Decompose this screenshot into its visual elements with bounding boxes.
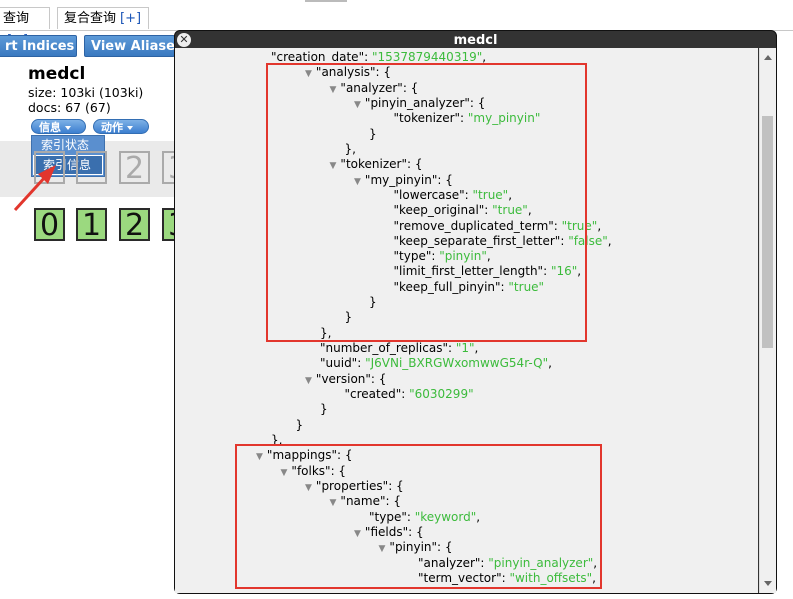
- view-aliases-button[interactable]: View Aliases: [84, 35, 197, 57]
- json-key: "number_of_replicas":: [320, 341, 456, 356]
- index-info-modal: ✕ medcl "creation_date": "1537879440319"…: [174, 30, 777, 594]
- tab-bar: 查询[+] 复合查询[+]: [0, 0, 793, 48]
- shard-label: 2: [124, 208, 145, 243]
- json-line: }: [320, 402, 328, 417]
- collapse-toggle-icon[interactable]: ▼: [305, 376, 312, 386]
- shard-label: 2: [124, 151, 145, 186]
- scrollbar-thumb[interactable]: [762, 116, 773, 348]
- json-value: "1": [455, 341, 475, 356]
- scroll-down-icon[interactable]: [764, 581, 772, 586]
- json-punctuation: ,: [607, 233, 612, 248]
- divider: [305, 0, 347, 2]
- highlight-box-mappings: [235, 444, 602, 589]
- shard-label: 1: [81, 208, 102, 243]
- shard-box[interactable]: [76, 151, 107, 184]
- shard-box[interactable]: 1: [76, 208, 107, 241]
- json-value: "J6VNi_BXRGWxomwwG54r-Q": [365, 356, 549, 371]
- json-punctuation: ,: [597, 218, 602, 233]
- json-key: "creation_date":: [271, 50, 372, 64]
- json-punctuation: ,: [474, 341, 479, 356]
- json-key: "version": {: [315, 371, 387, 386]
- shard-box[interactable]: 2: [119, 151, 150, 184]
- action-button[interactable]: 动作: [93, 119, 149, 134]
- action-button-label: 动作: [101, 121, 123, 134]
- json-line: "created": "6030299": [345, 387, 474, 402]
- shard-box[interactable]: 2: [119, 208, 150, 241]
- scroll-up-icon[interactable]: [764, 55, 772, 60]
- json-viewer: "creation_date": "1537879440319", ▼ "analy…: [175, 48, 758, 593]
- json-key: }: [295, 417, 304, 432]
- json-key: }: [320, 402, 328, 417]
- vertical-scrollbar[interactable]: [759, 48, 776, 593]
- json-value: "1537879440319": [371, 50, 483, 64]
- json-value: "6030299": [409, 387, 474, 402]
- json-line: }: [296, 418, 304, 433]
- highlight-box-analysis: [266, 63, 587, 342]
- json-punctuation: ,: [548, 356, 552, 371]
- json-key: "created":: [344, 387, 410, 402]
- annotation-arrow-icon: [13, 165, 56, 212]
- json-line[interactable]: ▼ "version": {: [305, 372, 386, 387]
- json-line: "uuid": "J6VNi_BXRGWxomwwG54r-Q",: [320, 356, 552, 371]
- json-punctuation: ,: [482, 50, 487, 64]
- view-aliases-label: View Aliases: [91, 39, 183, 54]
- tab-compound-query-add-link[interactable]: [+]: [120, 11, 141, 26]
- json-line: "number_of_replicas": "1",: [320, 341, 478, 356]
- modal-title: medcl: [453, 33, 498, 48]
- chevron-down-icon: [127, 126, 133, 130]
- json-key: "uuid":: [320, 356, 366, 371]
